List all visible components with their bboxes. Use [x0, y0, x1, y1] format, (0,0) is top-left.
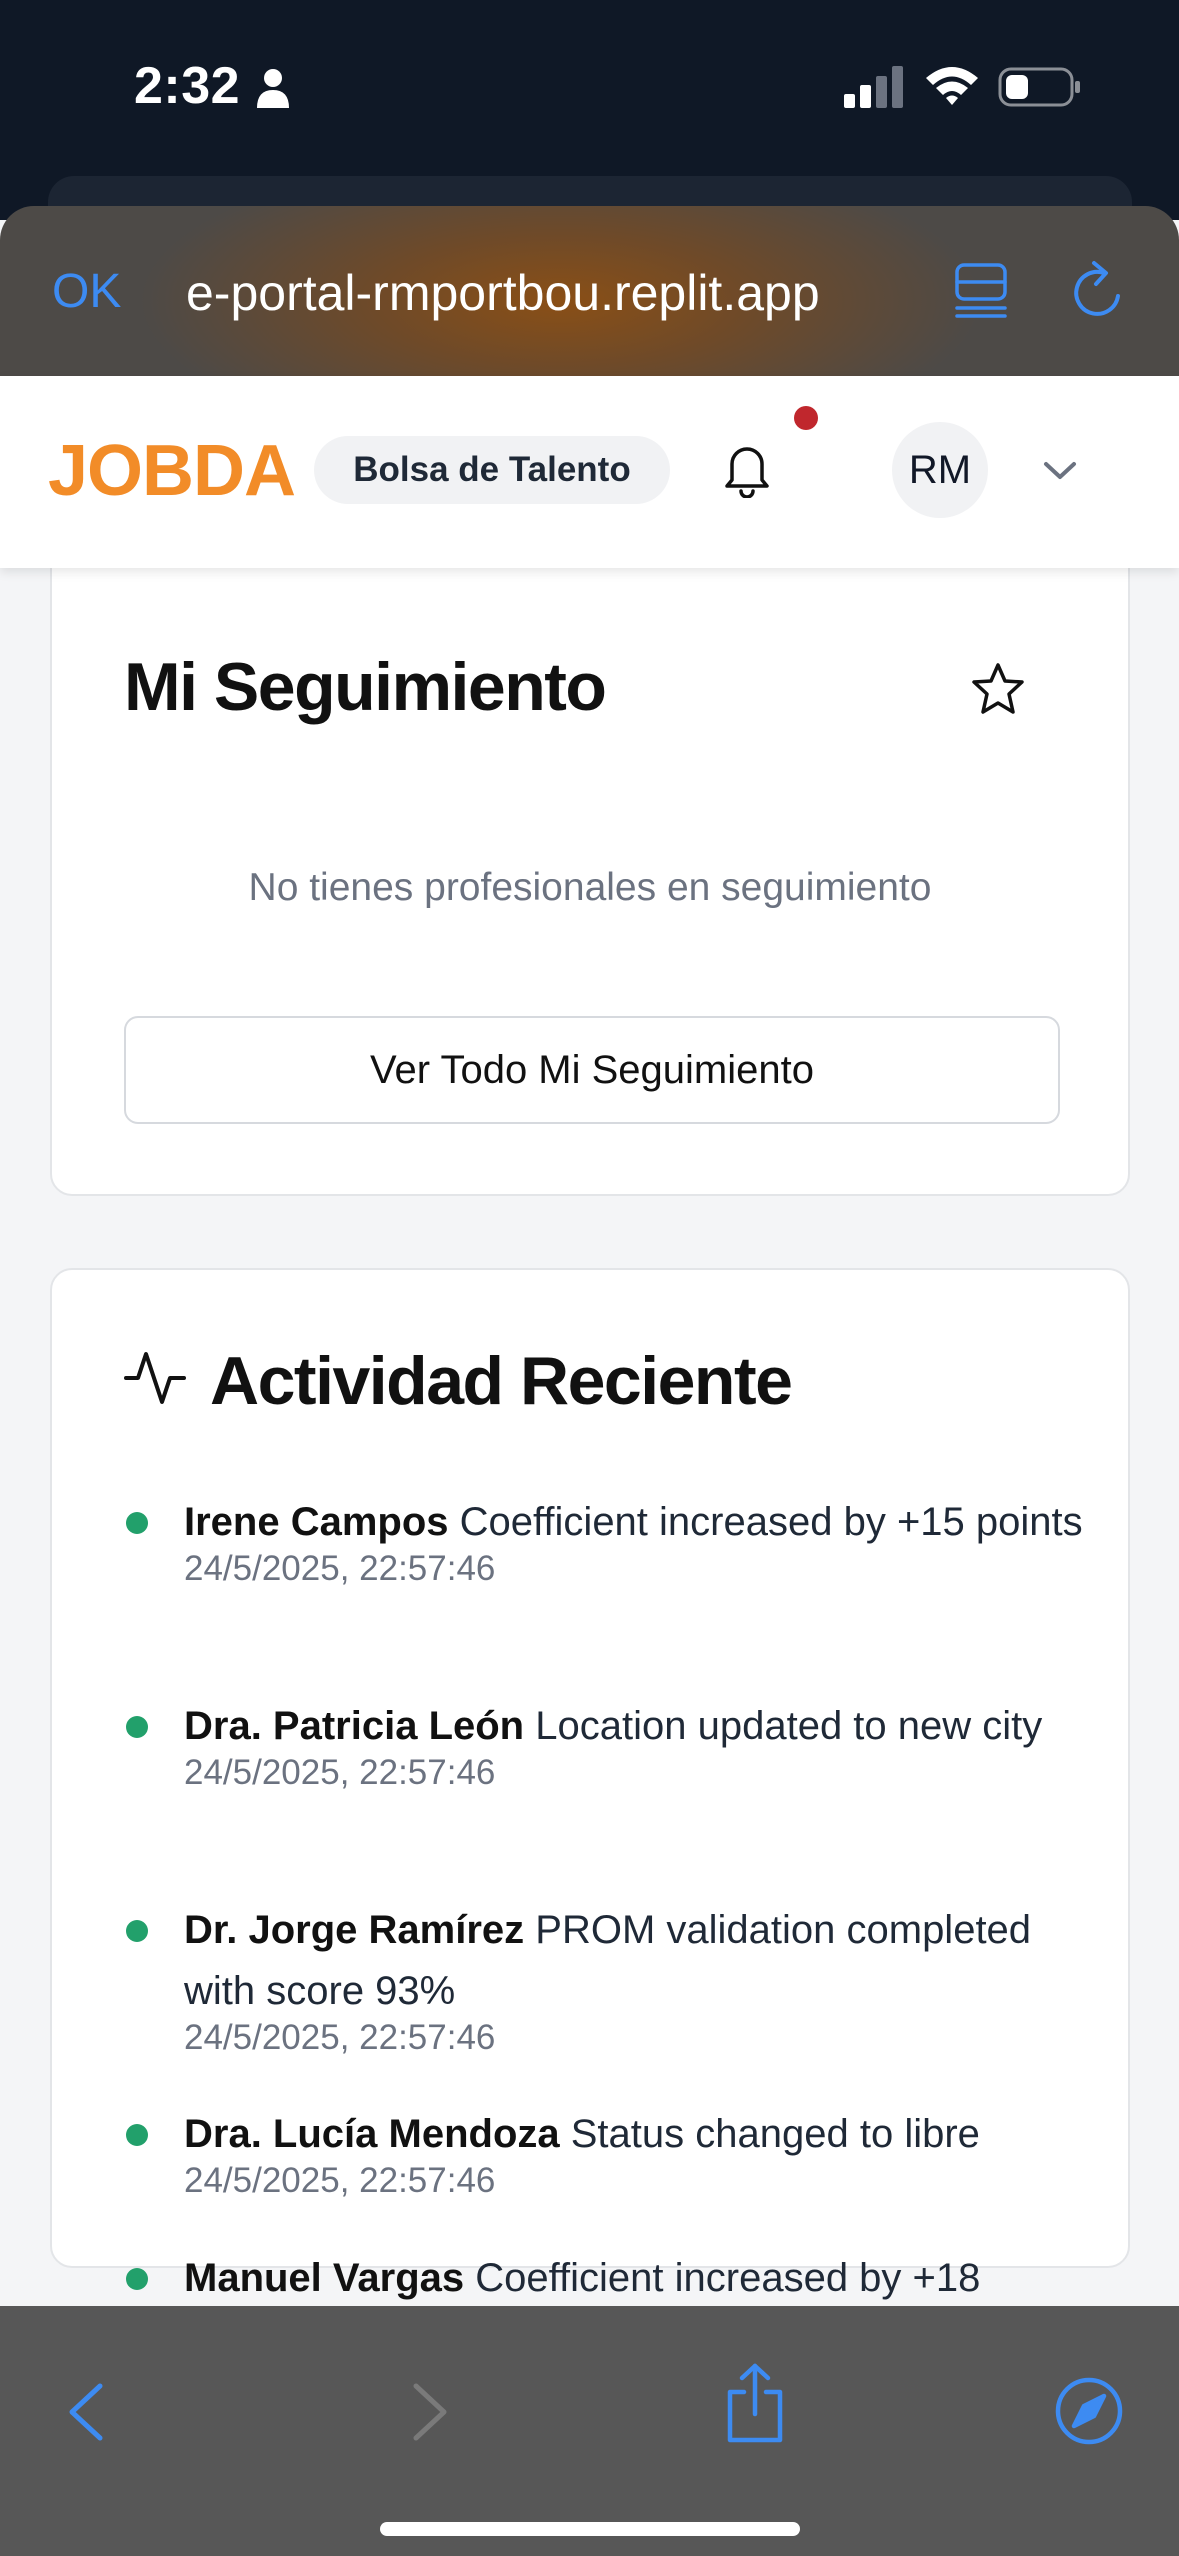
status-dot [126, 1920, 148, 1942]
activity-card: Actividad Reciente Irene Campos Coeffici… [50, 1268, 1130, 2300]
activity-text: Dr. Jorge Ramírez PROM validation comple… [184, 1900, 1104, 2022]
wifi-icon [926, 67, 978, 105]
jobda-logo[interactable]: JOBDA [48, 430, 296, 512]
back-arrow-icon[interactable] [64, 2380, 108, 2444]
status-time: 2:32 [134, 57, 241, 115]
section-badge[interactable]: Bolsa de Talento [314, 436, 670, 504]
status-dot [126, 1512, 148, 1534]
view-all-follow-button[interactable]: Ver Todo Mi Seguimiento [124, 1016, 1060, 1124]
status-dot [126, 2268, 148, 2290]
home-indicator[interactable] [380, 2522, 800, 2536]
activity-timestamp: 24/5/2025, 22:57:46 [184, 2161, 496, 2200]
follow-card: Mi Seguimiento No tienes profesionales e… [50, 520, 1130, 1196]
chevron-down-icon[interactable] [1042, 456, 1078, 484]
follow-card-title: Mi Seguimiento [124, 649, 607, 725]
activity-timestamp: 24/5/2025, 22:57:46 [184, 1753, 496, 1792]
compass-icon[interactable] [1054, 2376, 1124, 2446]
status-dot [126, 2124, 148, 2146]
browser-toolbar [0, 2306, 1179, 2556]
url-field[interactable]: e-portal-rmportbou.replit.app [186, 264, 820, 322]
app-header: JOBDA Bolsa de Talento RM [0, 376, 1179, 568]
list-item: Dra. Lucía Mendoza Status changed to lib… [124, 2104, 1104, 2248]
activity-list: Irene Campos Coefficient increased by +1… [124, 1492, 1104, 2392]
activity-name: Dr. Jorge Ramírez [184, 1908, 525, 1952]
activity-text: Dra. Patricia León Location updated to n… [184, 1696, 1104, 1757]
activity-name: Manuel Vargas [184, 2256, 465, 2300]
activity-name: Dra. Lucía Mendoza [184, 2112, 560, 2156]
list-item: Dr. Jorge Ramírez PROM validation comple… [124, 1900, 1104, 2104]
activity-description: Location updated to new city [535, 1704, 1043, 1748]
activity-description: Status changed to libre [570, 2112, 980, 2156]
done-button[interactable]: OK [52, 264, 121, 319]
activity-text: Dra. Lucía Mendoza Status changed to lib… [184, 2104, 1104, 2165]
notification-dot [794, 406, 818, 430]
activity-pulse-icon [124, 1352, 186, 1404]
bell-icon[interactable] [722, 442, 772, 498]
activity-timestamp: 24/5/2025, 22:57:46 [184, 2018, 496, 2057]
person-icon [257, 69, 289, 108]
star-icon [972, 663, 1024, 714]
cellular-signal-icon [844, 66, 903, 108]
browser-address-bar: OK e-portal-rmportbou.replit.app [0, 206, 1179, 376]
activity-name: Dra. Patricia León [184, 1704, 525, 1748]
list-item: Irene Campos Coefficient increased by +1… [124, 1492, 1104, 1696]
activity-text: Manuel Vargas Coefficient increased by +… [184, 2248, 1104, 2309]
reload-icon[interactable] [1070, 260, 1128, 320]
battery-icon [998, 67, 1080, 107]
page-menu-icon[interactable] [954, 262, 1008, 318]
status-dot [126, 1716, 148, 1738]
share-icon[interactable] [724, 2362, 786, 2444]
activity-description: Coefficient increased by +18 [475, 2256, 981, 2300]
forward-arrow-icon[interactable] [408, 2380, 452, 2444]
user-avatar[interactable]: RM [892, 422, 988, 518]
activity-card-title: Actividad Reciente [210, 1343, 793, 1419]
activity-text: Irene Campos Coefficient increased by +1… [184, 1492, 1104, 1553]
activity-description: Coefficient increased by +15 points [459, 1500, 1083, 1544]
empty-state-message: No tienes profesionales en seguimiento [248, 866, 932, 909]
activity-timestamp: 24/5/2025, 22:57:46 [184, 1549, 496, 1588]
activity-name: Irene Campos [184, 1500, 449, 1544]
list-item: Dra. Patricia León Location updated to n… [124, 1696, 1104, 1900]
